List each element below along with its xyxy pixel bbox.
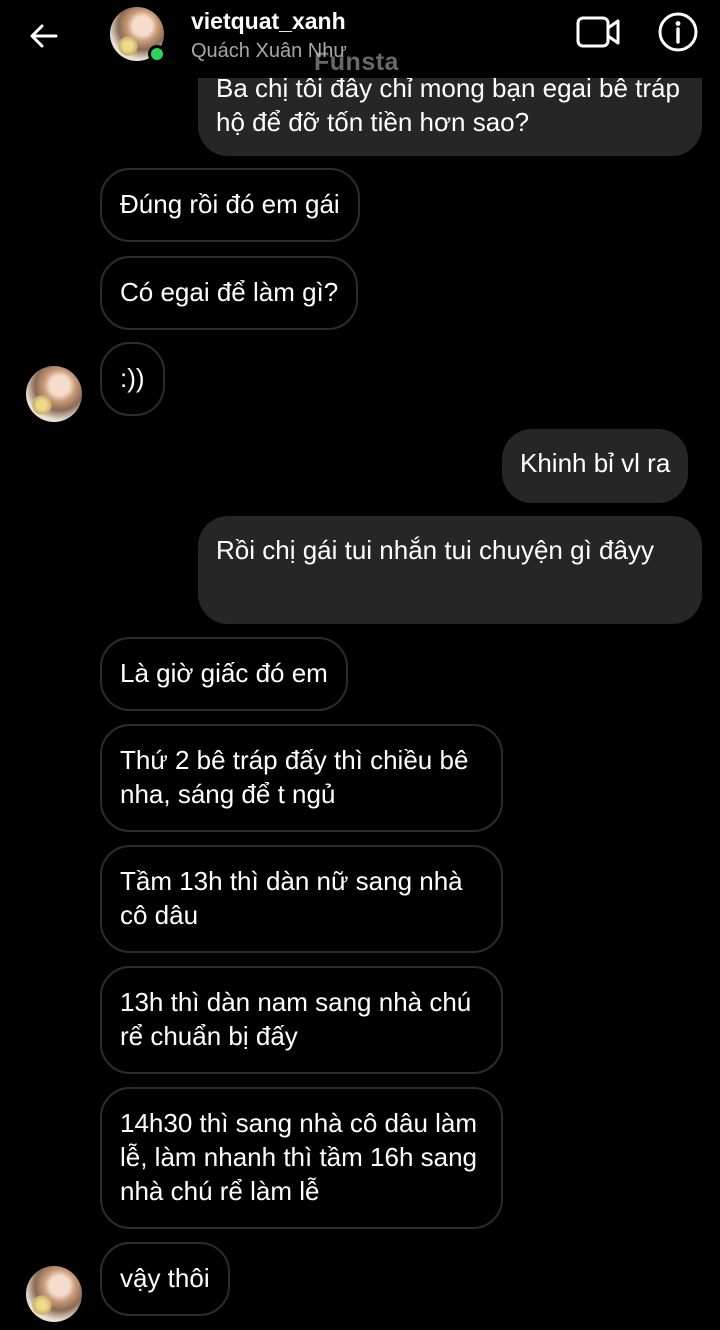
message-text: :)) — [120, 363, 145, 393]
message-text: Đúng rồi đó em gái — [120, 189, 340, 219]
arrow-left-icon — [30, 24, 58, 48]
conversation-info-button[interactable] — [656, 10, 700, 54]
profile-avatar[interactable] — [110, 7, 166, 63]
message-text: Tầm 13h thì dàn nữ sang nhà cô dâu — [120, 866, 463, 930]
sender-avatar[interactable] — [26, 1266, 82, 1322]
message-bubble-sent[interactable]: Khinh bỉ vl ra — [502, 429, 689, 503]
message-text: Ba chị tôi đây chỉ mong bạn egai bê tráp… — [216, 73, 680, 137]
message-bubble-received[interactable]: 13h thì dàn nam sang nhà chú rể chuẩn bị… — [100, 966, 503, 1074]
message-text: Rồi chị gái tui nhắn tui chuyện gì đâyy — [216, 535, 654, 565]
message-bubble-received[interactable]: Có egai để làm gì? — [100, 256, 359, 330]
message-bubble-sent[interactable]: Rồi chị gái tui nhắn tui chuyện gì đâyy — [198, 516, 702, 624]
message-text: Là giờ giấc đó em — [120, 658, 328, 688]
sender-avatar[interactable] — [26, 366, 82, 422]
message-text: 14h30 thì sang nhà cô dâu làm lễ, làm nh… — [120, 1108, 478, 1206]
message-bubble-received[interactable]: :)) — [100, 342, 165, 416]
chat-username[interactable]: vietquat_xanh — [191, 8, 346, 35]
watermark-text: Funsta — [314, 48, 399, 76]
message-text: Thứ 2 bê tráp đấy thì chiều bê nha, sáng… — [120, 745, 469, 809]
message-text: 13h thì dàn nam sang nhà chú rể chuẩn bị… — [120, 987, 472, 1051]
info-icon — [658, 12, 698, 52]
message-text: Có egai để làm gì? — [120, 277, 339, 307]
online-status-dot — [148, 45, 166, 63]
video-call-button[interactable] — [574, 12, 624, 52]
message-bubble-received[interactable]: Thứ 2 bê tráp đấy thì chiều bê nha, sáng… — [100, 724, 503, 832]
message-bubble-received[interactable]: Là giờ giấc đó em — [100, 637, 348, 711]
video-camera-icon — [576, 16, 620, 48]
message-text: vậy thôi — [120, 1263, 210, 1293]
message-bubble-received[interactable]: Tầm 13h thì dàn nữ sang nhà cô dâu — [100, 845, 503, 953]
message-bubble-received[interactable]: vậy thôi — [100, 1242, 230, 1316]
message-text: Khinh bỉ vl ra — [520, 448, 671, 478]
back-button[interactable] — [22, 14, 66, 58]
chat-screen: vietquat_xanh Quách Xuân Như Funsta Ba c… — [0, 0, 720, 1330]
message-bubble-received[interactable]: Đúng rồi đó em gái — [100, 168, 360, 242]
message-bubble-received[interactable]: 14h30 thì sang nhà cô dâu làm lễ, làm nh… — [100, 1087, 503, 1229]
